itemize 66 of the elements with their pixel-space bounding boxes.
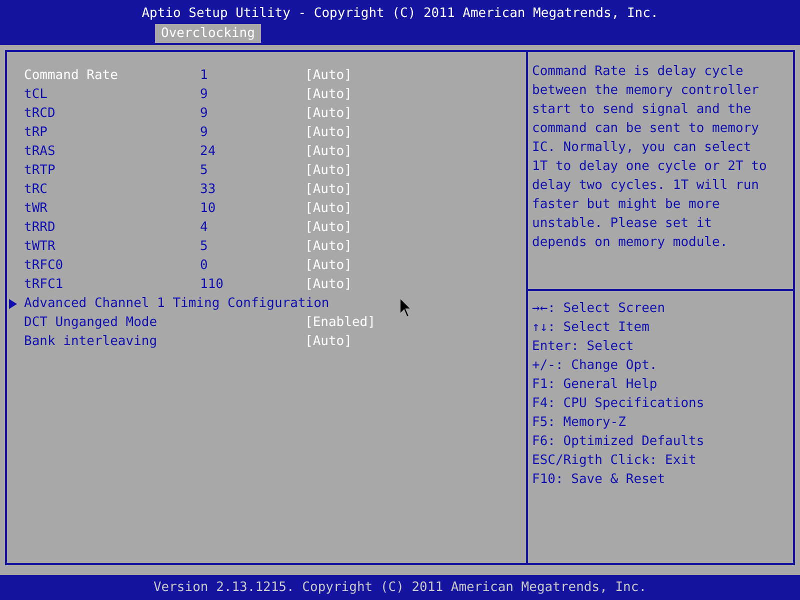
help-text: 1T to delay one cycle or 2T to — [532, 158, 768, 176]
setting-option[interactable]: [Auto] — [305, 180, 352, 199]
help-text: start to send signal and the — [532, 101, 752, 119]
key-hint: F5: Memory-Z — [532, 414, 627, 432]
setting-label[interactable]: tRFC1 — [7, 275, 200, 294]
footer-text: Version 2.13.1215. Copyright (C) 2011 American Megatrends, Inc. — [0, 575, 800, 600]
setting-value: 9 — [200, 86, 209, 104]
setting-value: 24 — [200, 143, 217, 161]
setting-option[interactable]: [Auto] — [305, 199, 352, 218]
key-hint: F6: Optimized Defaults — [532, 433, 706, 451]
setting-option[interactable]: [Auto] — [305, 332, 352, 351]
setting-label[interactable]: tCL — [7, 85, 200, 104]
setting-label[interactable]: DCT Unganged Mode — [7, 313, 200, 332]
help-text: IC. Normally, you can select — [532, 139, 752, 157]
setting-option[interactable]: [Auto] — [305, 123, 352, 142]
setting-option[interactable]: [Auto] — [305, 161, 352, 180]
setting-value: 110 — [200, 276, 224, 294]
key-hint: +/-: Change Opt. — [532, 357, 658, 375]
mouse-pointer-icon — [399, 297, 413, 319]
help-text: faster but might be more — [532, 196, 721, 214]
setting-option[interactable]: [Auto] — [305, 66, 352, 85]
setting-label[interactable]: tRP — [7, 123, 200, 142]
window-title: Aptio Setup Utility - Copyright (C) 2011 American Megatrends, Inc. — [140, 5, 660, 23]
setting-value: 5 — [200, 238, 209, 256]
setting-value: 9 — [200, 105, 209, 123]
setting-value: 4 — [200, 219, 209, 237]
setting-value: 10 — [200, 200, 217, 218]
help-text: delay two cycles. 1T will run — [532, 177, 760, 195]
setting-label[interactable]: tWR — [7, 199, 200, 218]
setting-value: 33 — [200, 181, 217, 199]
setting-option[interactable]: [Auto] — [305, 256, 352, 275]
tab[interactable]: Overclocking — [155, 24, 261, 43]
key-hint: F1: General Help — [532, 376, 658, 394]
setting-label[interactable]: tRC — [7, 180, 200, 199]
setting-option[interactable]: [Enabled] — [305, 313, 376, 332]
help-text: unstable. Please set it — [532, 215, 714, 233]
setting-label[interactable]: tRTP — [7, 161, 200, 180]
setting-value: 9 — [200, 124, 209, 142]
setting-option[interactable]: [Auto] — [305, 104, 352, 123]
setting-option[interactable]: [Auto] — [305, 218, 352, 237]
setting-label[interactable]: tRCD — [7, 104, 200, 123]
setting-label[interactable]: Command Rate — [7, 66, 200, 85]
key-hint: →←: Select Screen — [532, 300, 666, 318]
triangle-icon — [8, 298, 18, 308]
setting-option[interactable]: [Auto] — [305, 237, 352, 256]
setting-value: 1 — [200, 67, 209, 85]
key-hint: F10: Save & Reset — [532, 471, 666, 489]
key-hint: ESC/Rigth Click: Exit — [532, 452, 698, 470]
help-text: command can be sent to memory — [532, 120, 760, 138]
help-text: Command Rate is delay cycle — [532, 63, 744, 81]
setting-label[interactable]: tRRD — [7, 218, 200, 237]
key-hint: ↑↓: Select Item — [532, 319, 650, 337]
setting-value: 5 — [200, 162, 209, 180]
setting-option[interactable]: [Auto] — [305, 142, 352, 161]
setting-option[interactable]: [Auto] — [305, 275, 352, 294]
key-hint: Enter: Select — [532, 338, 635, 356]
key-hint: F4: CPU Specifications — [532, 395, 706, 413]
help-text: depends on memory module. — [532, 234, 729, 252]
submenu-item[interactable]: Advanced Channel 1 Timing Configuration — [24, 294, 330, 313]
help-text: between the memory controller — [532, 82, 760, 100]
setting-label[interactable]: Bank interleaving — [7, 332, 200, 351]
setting-value: 0 — [200, 257, 209, 275]
setting-option[interactable]: [Auto] — [305, 85, 352, 104]
setting-label[interactable]: tRFC0 — [7, 256, 200, 275]
setting-label[interactable]: tWTR — [7, 237, 200, 256]
setting-label[interactable]: tRAS — [7, 142, 200, 161]
